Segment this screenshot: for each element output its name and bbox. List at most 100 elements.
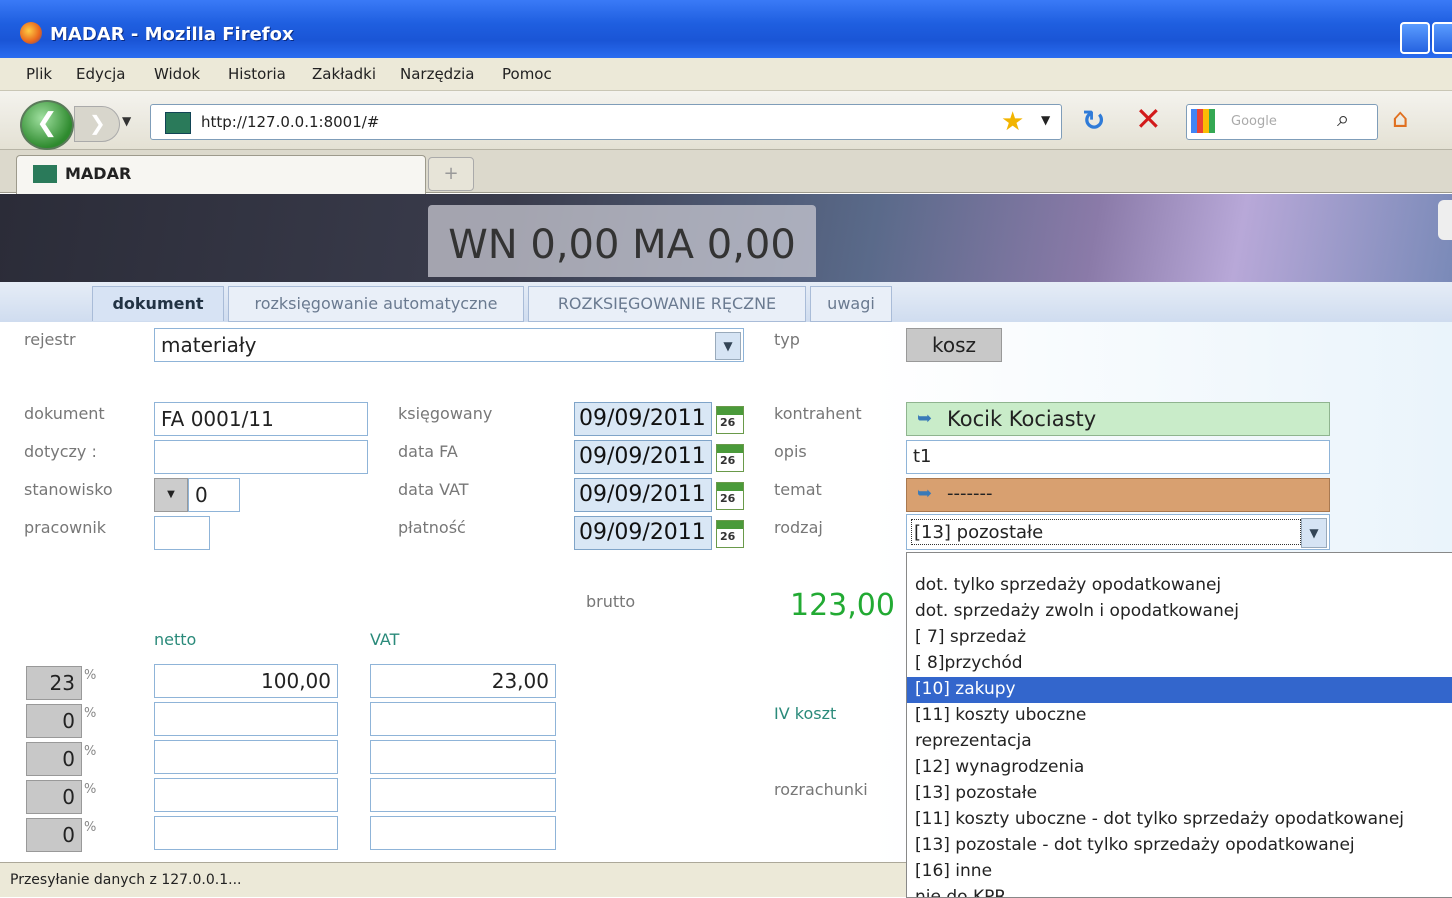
opis-input[interactable]: t1	[906, 440, 1330, 474]
typ-value: kosz	[906, 328, 1002, 362]
netto-input[interactable]	[154, 816, 338, 850]
dropdown-option[interactable]: [16] inne	[915, 861, 992, 881]
url-bar[interactable]: http://127.0.0.1:8001/# ★ ▼	[150, 104, 1062, 140]
dropdown-option[interactable]: dot. tylko sprzedaży opodatkowanej	[915, 575, 1221, 595]
stop-icon[interactable]: ✕	[1135, 100, 1162, 138]
vat-input[interactable]	[370, 702, 556, 736]
search-icon[interactable]: ⌕	[1337, 107, 1349, 132]
calendar-icon[interactable]: 26	[716, 482, 744, 510]
menu-plik[interactable]: Plik	[26, 65, 52, 83]
site-favicon-icon	[165, 112, 191, 134]
rodzaj-label: rodzaj	[774, 518, 823, 537]
tab-rozksiegowanie-reczne[interactable]: ROZKSIĘGOWANIE RĘCZNE	[528, 286, 806, 322]
menu-pomoc[interactable]: Pomoc	[502, 65, 552, 83]
percent-sign: %	[84, 744, 97, 759]
tab-favicon-icon	[33, 165, 57, 183]
datavat-label: data VAT	[398, 480, 469, 499]
menu-narzedzia[interactable]: Narzędzia	[400, 65, 474, 83]
history-dropdown-icon[interactable]: ▼	[122, 114, 131, 128]
dokument-label: dokument	[24, 404, 105, 423]
rejestr-label: rejestr	[24, 330, 76, 349]
ksiegowany-label: księgowany	[398, 404, 493, 423]
vat-rate: 0	[26, 780, 82, 814]
chevron-down-icon[interactable]: ▼	[715, 332, 741, 360]
tab-label: MADAR	[65, 164, 132, 183]
search-box[interactable]: Google ⌕	[1186, 104, 1378, 140]
tab-rozksiegowanie-automatyczne[interactable]: rozksięgowanie automatyczne	[228, 286, 524, 322]
dropdown-option[interactable]: [ 7] sprzedaż	[915, 627, 1026, 647]
url-dropdown-icon[interactable]: ▼	[1041, 113, 1050, 127]
vat-input[interactable]: 23,00	[370, 664, 556, 698]
google-icon	[1191, 109, 1215, 133]
dropdown-option[interactable]: [11] koszty uboczne - dot tylko sprzedaż…	[915, 809, 1404, 829]
vat-input[interactable]	[370, 778, 556, 812]
typ-label: typ	[774, 330, 800, 349]
home-icon[interactable]: ⌂	[1392, 104, 1409, 134]
browser-tab-madar[interactable]: MADAR	[16, 155, 426, 194]
netto-input[interactable]	[154, 778, 338, 812]
minimize-button[interactable]	[1400, 22, 1430, 54]
netto-label: netto	[154, 630, 197, 649]
reload-icon[interactable]: ↻	[1082, 104, 1105, 137]
temat-input[interactable]: ➥ -------	[906, 478, 1330, 512]
tab-uwagi[interactable]: uwagi	[810, 286, 892, 322]
url-text: http://127.0.0.1:8001/#	[201, 113, 380, 131]
link-arrow-icon[interactable]: ➥	[917, 403, 932, 435]
status-text: Przesyłanie danych z 127.0.0.1...	[10, 872, 242, 888]
dropdown-option[interactable]: [ 8]przychód	[915, 653, 1023, 673]
rodzaj-select[interactable]: [13] pozostałe ▼	[906, 514, 1330, 550]
menu-edycja[interactable]: Edycja	[76, 65, 125, 83]
rejestr-select[interactable]: materiały ▼	[154, 328, 744, 362]
dotyczy-input[interactable]	[154, 440, 368, 474]
dropdown-option[interactable]: [13] pozostale - dot tylko sprzedaży opo…	[915, 835, 1355, 855]
chevron-down-icon[interactable]: ▼	[1301, 518, 1327, 548]
calendar-icon[interactable]: 26	[716, 444, 744, 472]
stanowisko-input[interactable]: 0	[188, 478, 240, 512]
link-arrow-icon[interactable]: ➥	[917, 479, 932, 509]
new-tab-button[interactable]: +	[428, 157, 474, 191]
maximize-button[interactable]	[1432, 22, 1452, 54]
dropdown-option[interactable]: dot. sprzedaży zwoln i opodatkowanej	[915, 601, 1239, 621]
status-bar: Przesyłanie danych z 127.0.0.1...	[0, 862, 906, 897]
menu-widok[interactable]: Widok	[154, 65, 200, 83]
pracownik-input[interactable]	[154, 516, 210, 550]
window-title: MADAR - Mozilla Firefox	[50, 24, 294, 45]
temat-value: -------	[947, 483, 993, 504]
menu-historia[interactable]: Historia	[228, 65, 286, 83]
vat-rate: 23	[26, 666, 82, 700]
netto-input[interactable]: 100,00	[154, 664, 338, 698]
dropdown-option[interactable]: nie do KPR	[915, 887, 1006, 897]
vat-rate: 0	[26, 742, 82, 776]
dropdown-option[interactable]: [12] wynagrodzenia	[915, 757, 1084, 777]
calendar-icon[interactable]: 26	[716, 520, 744, 548]
dropdown-option[interactable]: [10] zakupy	[915, 679, 1016, 699]
kontrahent-input[interactable]: ➥ Kocik Kociasty	[906, 402, 1330, 436]
vat-rate: 0	[26, 704, 82, 738]
percent-sign: %	[84, 706, 97, 721]
rodzaj-dropdown-list[interactable]: dot. tylko sprzedaży opodatkowanej dot. s…	[906, 552, 1452, 898]
calendar-icon[interactable]: 26	[716, 406, 744, 434]
stanowisko-dropdown-icon[interactable]: ▼	[154, 478, 188, 512]
netto-input[interactable]	[154, 740, 338, 774]
datafa-date-input[interactable]: 09/09/2011	[574, 440, 712, 474]
datavat-date-input[interactable]: 09/09/2011	[574, 478, 712, 512]
back-arrow-icon: ❮	[36, 108, 58, 138]
forward-button[interactable]: ❯	[74, 106, 120, 142]
dropdown-option[interactable]: [13] pozostałe	[915, 783, 1037, 803]
bookmark-star-icon[interactable]: ★	[1001, 107, 1024, 137]
dropdown-option[interactable]: reprezentacja	[915, 731, 1032, 751]
dokument-input[interactable]: FA 0001/11	[154, 402, 368, 436]
datafa-label: data FA	[398, 442, 458, 461]
menu-zakladki[interactable]: Zakładki	[312, 65, 376, 83]
vat-input[interactable]	[370, 816, 556, 850]
header-corner	[1438, 200, 1452, 240]
vat-label: VAT	[370, 630, 400, 649]
netto-input[interactable]	[154, 702, 338, 736]
opis-label: opis	[774, 442, 807, 461]
ksiegowany-date-input[interactable]: 09/09/2011	[574, 402, 712, 436]
back-button[interactable]: ❮	[20, 100, 74, 150]
platnosc-date-input[interactable]: 09/09/2011	[574, 516, 712, 550]
vat-input[interactable]	[370, 740, 556, 774]
tab-dokument[interactable]: dokument	[92, 286, 224, 321]
dropdown-option[interactable]: [11] koszty uboczne	[915, 705, 1086, 725]
